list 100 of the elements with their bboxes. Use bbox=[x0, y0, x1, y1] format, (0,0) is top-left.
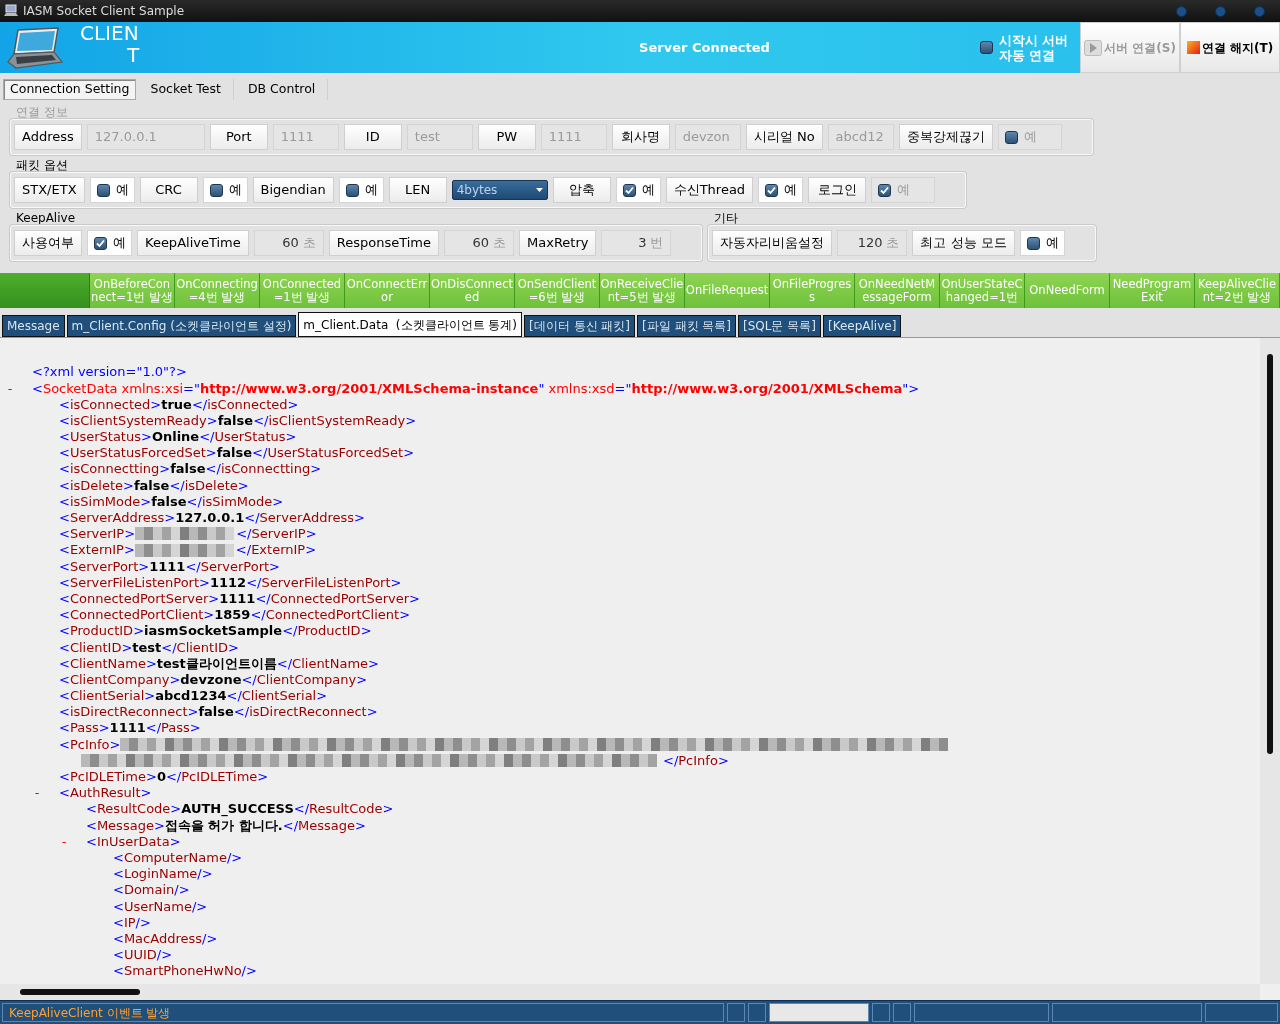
xml-line: </PcInfo> bbox=[663, 751, 729, 770]
xml-line: <isClientSystemReady>false</isClientSystemReady> bbox=[59, 411, 417, 430]
value-field[interactable]: 60 초 bbox=[444, 230, 514, 256]
tab[interactable]: [파일 패킷 목록] bbox=[637, 315, 737, 337]
xml-line: <ServerFileListenPort>1112</ServerFileListenPort> bbox=[59, 573, 402, 592]
xml-line: <Domain/> bbox=[113, 881, 190, 900]
xml-line: <ConnectedPortClient>1859</ConnectedPortClient> bbox=[59, 606, 411, 625]
xml-line: <MacAddress/> bbox=[113, 929, 218, 948]
field-label: MaxRetry bbox=[519, 230, 597, 256]
event-cell: OnConnectErr or bbox=[345, 273, 430, 308]
group-legend: 패킷 옵션 bbox=[16, 159, 967, 172]
field-label: CRC bbox=[139, 177, 198, 203]
value-field[interactable]: 3 번 bbox=[601, 230, 672, 256]
event-cell: OnFileRequest bbox=[685, 273, 770, 308]
checkbox[interactable] bbox=[345, 183, 359, 197]
xml-line: <isConnectting>false</isConnectting> bbox=[59, 460, 322, 479]
xml-line: <isDirectReconnect>false</isDirectReconnect> bbox=[59, 703, 378, 722]
xml-line: <ComputerName/> bbox=[113, 848, 243, 867]
checkbox[interactable] bbox=[209, 183, 223, 197]
vertical-scrollbar[interactable] bbox=[1260, 338, 1280, 984]
checkbox[interactable] bbox=[96, 183, 110, 197]
xml-line: <ClientCompany>devzone</ClientCompany> bbox=[59, 671, 368, 689]
status-message: KeepAliveClient 이벤트 발생 bbox=[2, 1003, 724, 1022]
event-cell: OnSendClient =6번 발생 bbox=[515, 273, 600, 308]
tab[interactable]: m_Client.Config (소켓클라이언트 설정) bbox=[66, 315, 297, 337]
xml-line: <SocketData xmlns:xsi="http://www.w3.org/2001/XMLSchema-instance" xmlns:xsd="http://www.w3.org/2001/XMLSchema"> bbox=[32, 379, 920, 398]
tab[interactable]: Connection Setting bbox=[3, 79, 137, 100]
tab[interactable]: [데이터 통신 패킷] bbox=[524, 315, 636, 337]
field-label: KeepAliveTime bbox=[137, 230, 249, 256]
group-legend: 기타 bbox=[714, 212, 1096, 225]
tab[interactable]: [SQL문 목록] bbox=[738, 315, 821, 337]
field-label: LEN bbox=[388, 177, 447, 203]
field-label: Bigendian bbox=[252, 177, 334, 203]
checkbox-label: 예 bbox=[784, 181, 798, 200]
xml-line: <UserName/> bbox=[113, 897, 208, 916]
xml-line: <isDelete>false</isDelete> bbox=[59, 476, 249, 495]
event-cell: KeepAliveClie nt=2번 발생 bbox=[1195, 273, 1280, 308]
field-label: 시리얼 No bbox=[745, 124, 823, 150]
event-cell: OnNeedForm bbox=[1025, 273, 1110, 308]
xml-line: <PcIDLETime>0</PcIDLETime> bbox=[59, 768, 269, 787]
xml-line: <ExternIP> bbox=[59, 541, 135, 560]
field-label: STX/ETX bbox=[14, 177, 85, 203]
xml-line: <ServerAddress>127.0.0.1</ServerAddress> bbox=[59, 509, 365, 528]
tab[interactable]: Message bbox=[2, 315, 65, 337]
checkbox[interactable] bbox=[622, 183, 636, 197]
status-panel bbox=[893, 1003, 911, 1022]
checkbox-label: 예 bbox=[228, 181, 242, 200]
status-panel bbox=[872, 1003, 890, 1022]
xml-line: </ServerIP> bbox=[236, 525, 317, 544]
tab[interactable]: Socket Test bbox=[138, 79, 234, 100]
dropdown[interactable]: 4bytes bbox=[451, 180, 548, 200]
xml-line: <ServerIP> bbox=[59, 525, 136, 544]
caret-icon bbox=[535, 188, 543, 192]
checkbox[interactable] bbox=[979, 41, 993, 54]
laptop-icon bbox=[6, 26, 66, 70]
xml-line: <UserStatus>Online</UserStatus> bbox=[59, 428, 297, 447]
xml-line: <SmartPhoneHwNo/> bbox=[113, 962, 257, 981]
field-label: ResponseTime bbox=[328, 230, 439, 256]
status-panel bbox=[748, 1003, 766, 1022]
xml-line: <Pass>1111</Pass> bbox=[59, 719, 201, 738]
tab[interactable]: [KeepAlive] bbox=[823, 315, 902, 337]
checkbox-label: 예 bbox=[115, 181, 129, 200]
xml-line: <ServerPort>1111</ServerPort> bbox=[59, 557, 280, 576]
value-field[interactable]: 60 초 bbox=[253, 230, 324, 256]
xml-line: <UUID/> bbox=[113, 946, 173, 965]
horizontal-scrollbar[interactable] bbox=[0, 984, 1260, 1000]
value-field[interactable]: 120 초 bbox=[837, 230, 908, 256]
checkbox[interactable] bbox=[765, 183, 779, 197]
tab[interactable]: m_Client.Data (소켓클라이언트 통계) bbox=[298, 312, 523, 337]
checkbox-label: 예 bbox=[897, 181, 911, 200]
logo-text: T bbox=[127, 44, 140, 66]
xml-line: <AuthResult> bbox=[59, 784, 152, 803]
event-cell: OnReceiveClie nt=5번 발생 bbox=[600, 273, 685, 308]
event-cell: OnDisConnect ed bbox=[430, 273, 515, 308]
xml-line: <ClientSerial>abcd1234</ClientSerial> bbox=[59, 687, 328, 706]
logo-text: CLIEN bbox=[80, 22, 140, 44]
xml-line: <LoginName/> bbox=[113, 865, 213, 884]
checkbox-label: 예 bbox=[113, 234, 126, 253]
play-icon bbox=[1084, 39, 1103, 56]
checkbox-label: 예 bbox=[641, 181, 655, 200]
disconnect-button[interactable]: 연결 해지(T) bbox=[1180, 22, 1280, 73]
field-label: 최고 성능 모드 bbox=[912, 230, 1015, 256]
field-label: 압축 bbox=[552, 177, 611, 203]
xml-line: <isConnected>true</isConnected> bbox=[59, 396, 299, 414]
field-label: 로그인 bbox=[808, 177, 867, 203]
field-label: 회사명 bbox=[611, 124, 670, 150]
event-cell: OnNeedNetM essageForm bbox=[855, 273, 940, 308]
field-label: 사용여부 bbox=[14, 230, 82, 256]
event-cell: OnConnected =1번 발생 bbox=[260, 273, 345, 308]
checkbox-label: 시작시 서버 자동 연결 bbox=[998, 32, 1068, 63]
event-cell: NeedProgram Exit bbox=[1110, 273, 1195, 308]
xml-line: <Message>접속을 허가 합니다.</Message> bbox=[86, 817, 366, 835]
tab[interactable]: DB Control bbox=[235, 79, 329, 100]
xml-line: <IP/> bbox=[113, 913, 151, 932]
checkbox[interactable] bbox=[1026, 236, 1040, 250]
xml-line: <InUserData> bbox=[86, 833, 181, 851]
group-legend: 연결 정보 bbox=[16, 106, 1093, 119]
field-label: Port bbox=[209, 124, 268, 150]
event-cell: OnFileProgres s bbox=[770, 273, 855, 308]
checkbox[interactable] bbox=[94, 236, 107, 250]
